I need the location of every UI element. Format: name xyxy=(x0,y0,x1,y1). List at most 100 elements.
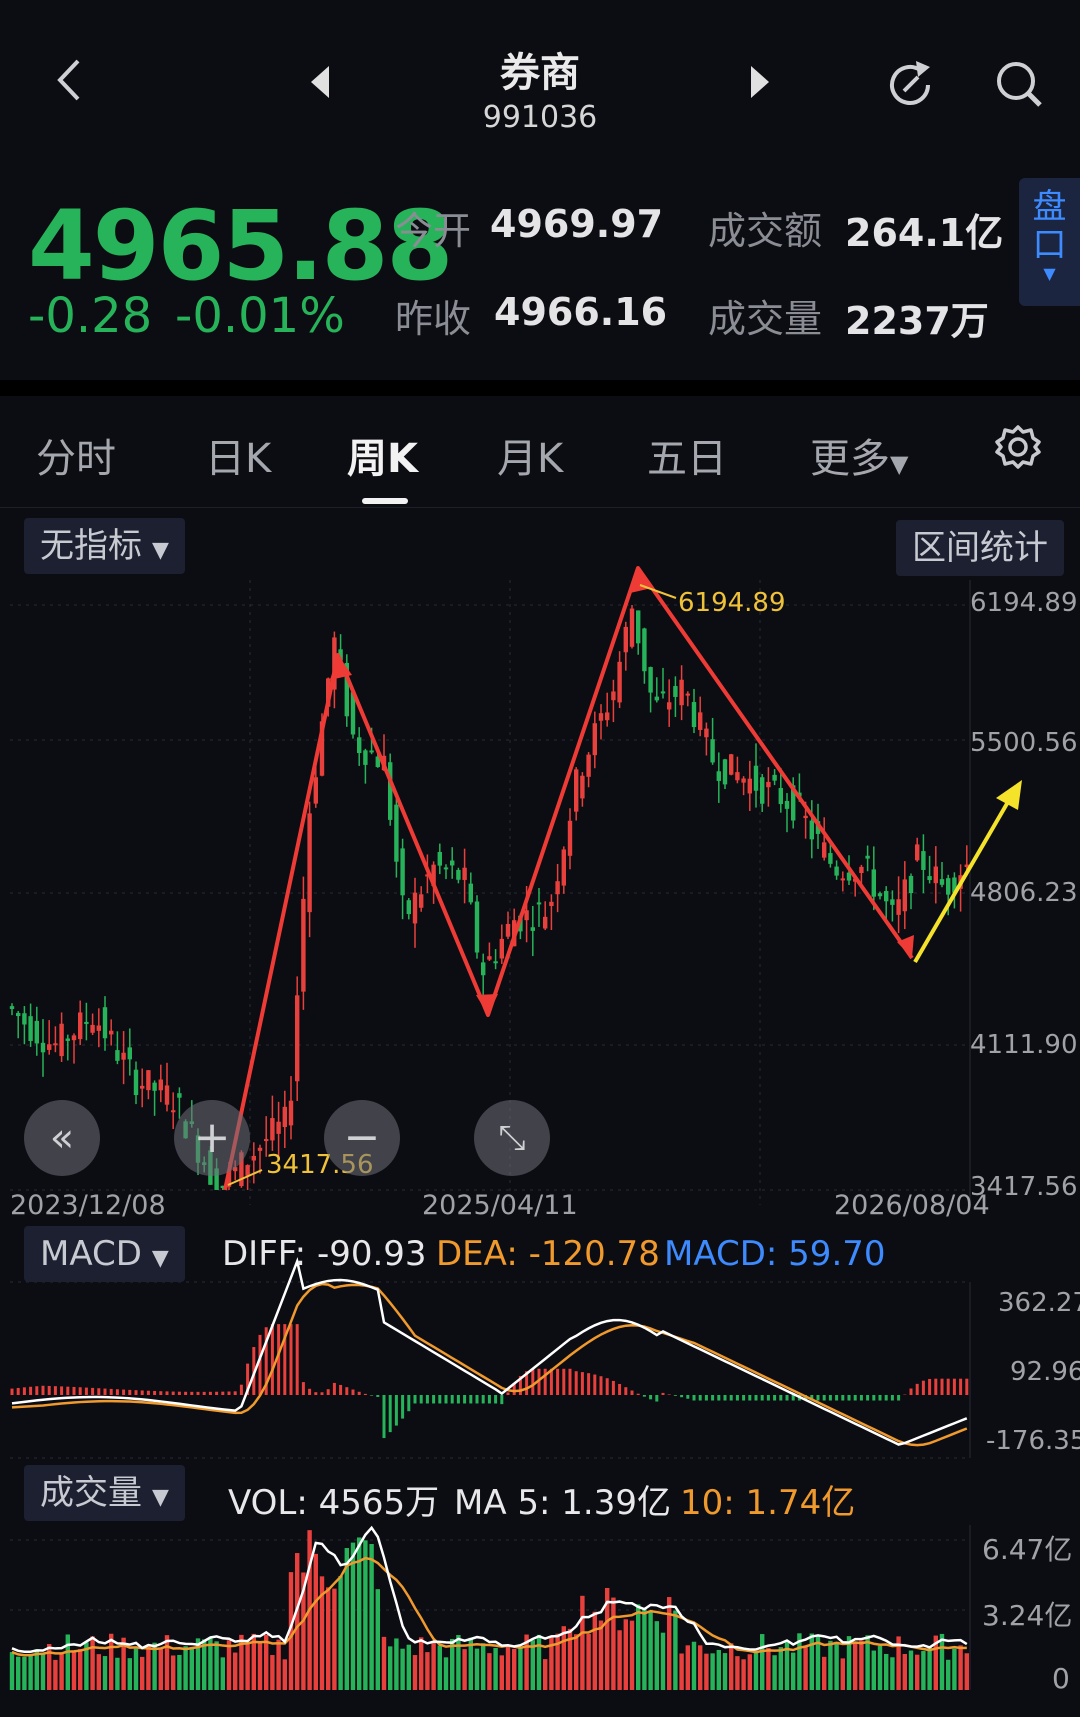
volume-y-tick: 0 xyxy=(1052,1662,1070,1695)
candle-body xyxy=(946,878,951,895)
volume-bar xyxy=(592,1611,597,1690)
volume-bar xyxy=(586,1633,591,1690)
volume-selector[interactable]: 成交量 ▼ xyxy=(24,1465,185,1521)
macd-y-tick: -176.35 xyxy=(986,1426,1080,1456)
volume-bar xyxy=(946,1659,951,1690)
volume-bar xyxy=(741,1659,746,1690)
candle-body xyxy=(636,610,641,644)
volume-bar xyxy=(679,1653,684,1690)
volume-bar xyxy=(902,1653,907,1690)
double-chevron-left-icon: « xyxy=(49,1115,75,1161)
volume-bar xyxy=(598,1620,604,1690)
x-date-label: 2023/12/08 xyxy=(10,1190,166,1221)
candle-body xyxy=(363,750,368,765)
candle-body xyxy=(524,910,529,921)
candle-body xyxy=(654,696,659,701)
volume-bar xyxy=(927,1646,932,1690)
volume-bar xyxy=(462,1649,467,1690)
x-date-label: 2026/08/04 xyxy=(834,1190,990,1221)
volume-bar xyxy=(939,1633,945,1690)
volume-bar xyxy=(623,1619,628,1690)
volume-bar xyxy=(332,1588,337,1690)
volume-bar xyxy=(245,1642,250,1690)
candle-body xyxy=(295,995,300,1082)
volume-bar xyxy=(158,1648,163,1690)
candle-body xyxy=(605,712,610,721)
candle-body xyxy=(822,842,827,858)
volume-bar xyxy=(233,1652,238,1690)
volume-bar xyxy=(140,1656,145,1690)
volume-bar xyxy=(611,1597,616,1690)
candle-body xyxy=(59,1023,64,1057)
candle-body xyxy=(307,813,312,913)
volume-bar xyxy=(177,1654,182,1690)
volume-bar xyxy=(326,1587,331,1690)
volume-bar xyxy=(487,1653,492,1690)
volume-bar xyxy=(40,1652,46,1690)
volume-bar xyxy=(840,1658,845,1690)
volume-bar xyxy=(803,1647,808,1690)
volume-bar xyxy=(338,1575,343,1690)
candle-body xyxy=(47,1044,52,1050)
candle-body xyxy=(741,778,746,783)
candle-body xyxy=(487,956,492,960)
volume-bar xyxy=(915,1654,920,1690)
candle-body xyxy=(933,866,938,884)
volume-bar xyxy=(536,1634,542,1690)
high-price-marker: 6194.89 xyxy=(678,588,786,618)
candle-body xyxy=(264,1139,269,1142)
volume-bar xyxy=(282,1659,287,1690)
y-tick-label: 6194.89 xyxy=(970,588,1078,618)
macd-diff-value: DIFF: -90.93 xyxy=(222,1234,427,1274)
volume-bar xyxy=(561,1626,566,1690)
volume-bar xyxy=(834,1641,839,1690)
candle-body xyxy=(270,1118,275,1141)
candle-body xyxy=(890,899,895,905)
candle-body xyxy=(586,754,591,777)
candle-body xyxy=(580,775,585,799)
candle-body xyxy=(642,628,647,672)
volume-bar xyxy=(295,1553,300,1690)
chevron-down-icon: ▼ xyxy=(152,1485,169,1510)
volume-bar xyxy=(78,1649,83,1690)
candle-body xyxy=(16,1012,21,1017)
volume-bar xyxy=(890,1657,895,1690)
volume-bar xyxy=(363,1540,368,1690)
volume-bar xyxy=(685,1645,690,1690)
zoom-out-button[interactable]: − xyxy=(324,1100,400,1176)
candle-body xyxy=(282,1106,287,1128)
candle-body xyxy=(40,1042,46,1053)
volume-bar xyxy=(629,1620,635,1690)
candle-body xyxy=(679,679,684,706)
volume-bar xyxy=(65,1634,70,1690)
candle-body xyxy=(71,1035,77,1041)
candle-body xyxy=(902,879,907,912)
candle-body xyxy=(710,739,715,763)
volume-bar xyxy=(710,1653,715,1690)
candle-body xyxy=(468,883,473,903)
volume-bar xyxy=(369,1544,374,1690)
y-tick-label: 4806.23 xyxy=(970,878,1078,908)
candle-body xyxy=(109,1030,114,1035)
candle-body xyxy=(753,765,759,791)
candle-body xyxy=(536,902,542,905)
volume-bar xyxy=(214,1641,219,1690)
dea-line xyxy=(11,1282,968,1447)
volume-y-tick: 3.24亿 xyxy=(982,1599,1073,1632)
candle-body xyxy=(567,820,573,856)
volume-bar xyxy=(16,1656,21,1690)
volume-bar xyxy=(828,1640,833,1690)
fullscreen-button[interactable]: ⤡ xyxy=(474,1100,550,1176)
volume-bar xyxy=(164,1635,170,1690)
macd-value: MACD: 59.70 xyxy=(664,1234,886,1274)
scroll-left-button[interactable]: « xyxy=(24,1100,100,1176)
macd-y-tick: 92.96 xyxy=(1010,1357,1080,1387)
candle-body xyxy=(611,691,616,701)
kline-chart-area[interactable] xyxy=(0,0,1080,1717)
macd-selector[interactable]: MACD ▼ xyxy=(24,1226,185,1282)
volume-bar xyxy=(729,1643,734,1690)
zoom-in-button[interactable]: + xyxy=(174,1100,250,1176)
candle-body xyxy=(747,778,752,794)
candle-body xyxy=(505,923,511,937)
volume-ma5: MA 5: 1.39亿 xyxy=(454,1483,671,1523)
